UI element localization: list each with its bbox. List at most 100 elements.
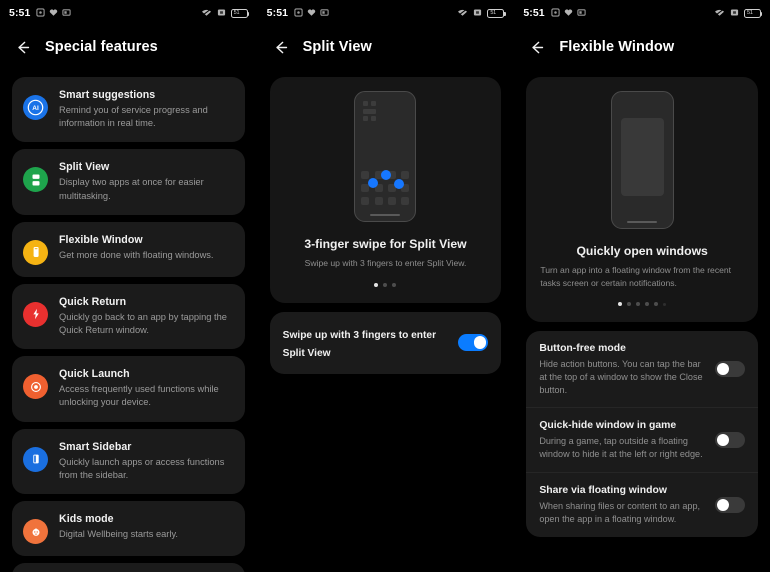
setting-row-share-via-floating-window[interactable]: Share via floating window When sharing f… [526, 471, 758, 537]
pager-dot[interactable] [636, 302, 641, 306]
setting-desc: When sharing files or content to an app,… [539, 500, 701, 524]
back-button[interactable] [272, 39, 289, 56]
wifi-icon [201, 4, 212, 22]
status-bar-left: 5:51 [267, 4, 329, 22]
feature-item-split-view[interactable]: Split View Display two apps at once for … [12, 149, 245, 215]
pager-dot[interactable] [645, 302, 650, 306]
feature-desc: Access frequently used functions while u… [59, 384, 219, 408]
feature-desc: Remind you of service progress and infor… [59, 105, 208, 129]
pager-dot[interactable] [618, 302, 623, 306]
feature-item-quick-return[interactable]: Quick Return Quickly go back to an app b… [12, 283, 245, 350]
screenshot-icon [577, 4, 586, 22]
pager-dot[interactable] [383, 282, 388, 287]
pager-dots[interactable] [374, 282, 397, 287]
back-button[interactable] [528, 39, 545, 56]
pager-dot[interactable] [654, 302, 659, 306]
setting-label: Swipe up with 3 fingers to enter Split V… [283, 325, 449, 361]
battery-icon: 51 [487, 8, 506, 18]
status-notification-icons [36, 4, 72, 22]
status-bar-right: 51 [457, 4, 506, 22]
floating-window-illustration [620, 118, 664, 196]
app-header: Flexible Window [514, 26, 770, 68]
setting-label: Button-free mode Hide action buttons. Yo… [539, 342, 705, 396]
battery-level: 51 [490, 10, 497, 16]
feature-desc: Get more done with floating windows. [59, 249, 214, 260]
setting-name: Share via floating window [539, 484, 667, 496]
feature-item-smart-suggestions[interactable]: AI Smart suggestions Remind you of servi… [12, 77, 245, 143]
setting-label: Quick-hide window in game During a game,… [539, 419, 705, 461]
feature-item-quick-launch[interactable]: Quick Launch Access frequently used func… [12, 356, 245, 422]
pager-dot[interactable] [663, 302, 667, 306]
feature-text: Smart Sidebar Quickly launch apps or acc… [59, 440, 233, 482]
phone-illustration [610, 91, 674, 229]
pager-dots[interactable] [618, 302, 667, 306]
pager-dot[interactable] [627, 302, 632, 306]
setting-desc: During a game, tap outside a floating wi… [539, 436, 703, 460]
feature-desc: Digital Wellbeing starts early. [59, 529, 179, 540]
screen-split-view: 5:51 51 Split View 3-finger swipe for Sp… [256, 0, 514, 572]
setting-name: Quick-hide window in game [539, 420, 677, 432]
status-notification-icons [294, 4, 329, 22]
setting-row-button-free-mode[interactable]: Button-free mode Hide action buttons. Yo… [526, 331, 758, 407]
status-bar-left: 5:51 [9, 4, 72, 22]
feature-desc: Display two apps at once for easier mult… [59, 177, 204, 201]
quick-launch-icon [23, 374, 48, 400]
status-time: 5:51 [266, 7, 289, 19]
phone-illustration [354, 91, 417, 222]
back-button[interactable] [14, 39, 31, 56]
svg-text:AI: AI [32, 105, 39, 112]
pager-dot[interactable] [392, 282, 397, 287]
heart-icon [564, 4, 573, 22]
status-time: 5:51 [9, 7, 31, 19]
setting-label: Share via floating window When sharing f… [539, 484, 705, 526]
feature-item-kids-mode[interactable]: Kids mode Digital Wellbeing starts early… [12, 501, 245, 557]
setting-row-three-finger-swipe[interactable]: Swipe up with 3 fingers to enter Split V… [270, 312, 502, 374]
feature-text: Split View Display two apps at once for … [59, 160, 233, 202]
signal-icon [730, 4, 739, 22]
toggle-share-via-floating-window[interactable] [714, 496, 745, 514]
promo-title: 3-finger swipe for Split View [304, 237, 467, 251]
heart-icon [49, 4, 58, 22]
screen-special-features: 5:51 51 Special features AI Smart sugges… [0, 0, 257, 572]
feature-text: Flexible Window Get more done with float… [59, 233, 233, 262]
promo-card-flexible-window: Quickly open windows Turn an app into a … [526, 77, 758, 322]
setting-name: Swipe up with 3 fingers to enter Split V… [282, 329, 437, 359]
feature-name: Smart suggestions [59, 89, 156, 101]
quick-return-icon [23, 301, 48, 327]
pager-dot[interactable] [374, 282, 379, 287]
screenshot-root: 5:51 51 Special features AI Smart sugges… [0, 0, 770, 572]
flexible-window-icon [23, 239, 48, 265]
feature-name: Kids mode [59, 513, 114, 526]
toggle-quick-hide-window-in-game[interactable] [714, 431, 745, 449]
page-title: Split View [302, 39, 372, 55]
promo-title: Quickly open windows [576, 244, 708, 258]
feature-text: Quick Launch Access frequently used func… [59, 367, 233, 409]
status-notification-icons [551, 4, 586, 22]
wifi-icon [714, 4, 725, 22]
promo-desc: Turn an app into a floating window from … [540, 265, 732, 288]
split-view-icon [23, 167, 48, 193]
feature-item-smart-sidebar[interactable]: Smart Sidebar Quickly launch apps or acc… [12, 428, 245, 495]
toggle-button-free-mode[interactable] [714, 360, 745, 378]
feature-desc: Quickly go back to an app by tapping the… [59, 311, 227, 336]
promo-desc: Swipe up with 3 fingers to enter Split V… [304, 258, 467, 268]
feature-desc: Quickly launch apps or access functions … [59, 456, 225, 480]
page-title: Flexible Window [559, 39, 675, 55]
alarm-icon [36, 4, 46, 22]
feature-text: Quick Return Quickly go back to an app b… [59, 295, 233, 337]
setting-row-quick-hide-window-in-game[interactable]: Quick-hide window in game During a game,… [526, 407, 758, 472]
feature-item-flexible-window[interactable]: Flexible Window Get more done with float… [12, 221, 245, 277]
app-header: Special features [0, 26, 257, 68]
home-indicator [627, 221, 658, 223]
battery-icon: 51 [743, 8, 763, 18]
toggle-three-finger-swipe[interactable] [458, 334, 489, 351]
status-bar: 5:51 51 [258, 0, 514, 26]
feature-name: Flexible Window [59, 233, 143, 246]
wifi-icon [457, 4, 468, 22]
feature-text: Smart suggestions Remind you of service … [59, 88, 233, 130]
feature-text: Kids mode Digital Wellbeing starts early… [59, 512, 233, 541]
feature-item-simple-mode[interactable]: Simple mode Get larger text, bigger icon… [12, 563, 245, 572]
screen-flexible-window: 5:51 51 Flexible Window Quickly open win… [513, 0, 770, 572]
status-time: 5:51 [523, 7, 545, 19]
alarm-icon [294, 4, 303, 22]
